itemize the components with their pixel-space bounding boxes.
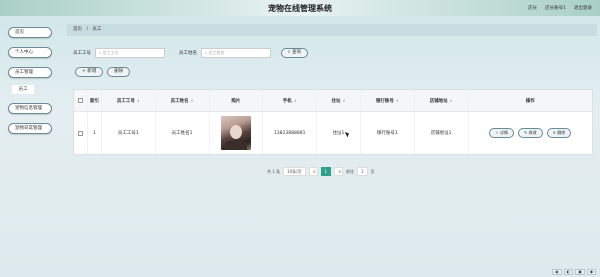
col-bank-card-label: 银行账号 bbox=[375, 98, 394, 104]
page-suffix: 页 bbox=[370, 168, 375, 174]
row-staff-name: 员工姓名1 bbox=[156, 112, 210, 154]
sort-icon: ⇕ bbox=[395, 98, 399, 103]
goto-page-input[interactable]: 1 bbox=[357, 167, 368, 176]
col-staff-name[interactable]: 员工姓名 ⇕ bbox=[156, 90, 210, 111]
page-size-select[interactable]: 10条/页 bbox=[283, 167, 306, 176]
detail-button[interactable]: ✧ 详情 bbox=[489, 128, 514, 138]
delete-button[interactable]: ✕ 删除 bbox=[546, 128, 572, 138]
row-operations: ✧ 详情 ✎ 修改 ✕ 删除 bbox=[469, 112, 593, 154]
sidebar-item-pet-info[interactable]: 宠物信息管理 bbox=[8, 103, 52, 114]
row-phone: 13823888881 bbox=[263, 112, 318, 154]
sort-icon: ⇕ bbox=[342, 98, 346, 103]
col-operations: 操作 bbox=[525, 98, 535, 104]
col-shop-address-label: 店铺地址 bbox=[429, 98, 448, 104]
col-shop-address[interactable]: 店铺地址 ⇕ bbox=[415, 90, 469, 111]
breadcrumb-current: 员工 bbox=[92, 27, 102, 32]
col-index: 索引 bbox=[88, 90, 102, 111]
sidebar-item-staff-management[interactable]: 员工管理 bbox=[8, 67, 52, 78]
table-header: 索引 员工工号 ⇕ 员工姓名 ⇕ 照片 手机 ⇕ 住址 ⇕ 银行账号 ⇕ 店铺地址 ⇕ 操作 bbox=[74, 90, 592, 112]
row-address: 住址1 bbox=[317, 112, 361, 154]
row-bank-card: 银行账号1 bbox=[361, 112, 415, 154]
sort-icon: ⇕ bbox=[136, 98, 140, 103]
sort-icon: ⇕ bbox=[449, 98, 453, 103]
search-bar: 员工工号 ⌕ 员工工号 员工姓名 ⌕ 员工姓名 ⌕ 查询 bbox=[73, 48, 308, 58]
table-body: 1 员工工号1 员工姓名1 13823888881 住址1 银行账号1 店铺地址… bbox=[74, 112, 592, 154]
sort-icon: ⇕ bbox=[293, 98, 297, 103]
action-buttons: + 新增 删除 bbox=[75, 67, 131, 77]
row-checkbox[interactable] bbox=[77, 130, 83, 136]
page-number-current[interactable]: 1 bbox=[320, 167, 332, 176]
staff-table: 索引 员工工号 ⇕ 员工姓名 ⇕ 照片 手机 ⇕ 住址 ⇕ 银行账号 ⇕ 店铺地址 ⇕ 操作… bbox=[73, 89, 593, 155]
sidebar-subitem-staff[interactable]: 员工 bbox=[12, 85, 34, 94]
query-button[interactable]: ⌕ 查询 bbox=[281, 48, 308, 58]
select-all-cell bbox=[74, 90, 88, 111]
staff-id-placeholder: 员工工号 bbox=[102, 50, 119, 55]
detail-label: 详情 bbox=[499, 130, 508, 135]
tray-icon-1[interactable]: ◉ bbox=[552, 269, 562, 275]
breadcrumb-home[interactable]: 首页 bbox=[73, 27, 82, 32]
batch-delete-button[interactable]: 删除 bbox=[107, 67, 131, 77]
col-address[interactable]: 住址 ⇕ bbox=[317, 90, 361, 111]
pager-total: 共 1 条 bbox=[267, 168, 281, 174]
staff-id-label: 员工工号 bbox=[73, 51, 91, 56]
col-address-label: 住址 bbox=[331, 98, 341, 104]
staff-name-label: 员工姓名 bbox=[179, 51, 197, 56]
top-header: 宠物在线管理系统 店长 店长账号1 退出登录 bbox=[0, 0, 600, 16]
row-index: 1 bbox=[88, 112, 102, 154]
sidebar-item-pet-daily[interactable]: 宠物日常管理 bbox=[8, 123, 52, 134]
staff-id-input[interactable]: ⌕ 员工工号 bbox=[95, 48, 165, 58]
col-photo: 照片 bbox=[210, 90, 264, 111]
sidebar-item-profile[interactable]: 个人中心 bbox=[8, 47, 52, 58]
row-photo-cell bbox=[210, 112, 264, 154]
tray-icon-4[interactable]: ◆ bbox=[586, 269, 596, 275]
table-row: 1 员工工号1 员工姓名1 13823888881 住址1 银行账号1 店铺地址… bbox=[74, 112, 592, 154]
add-button[interactable]: + 新增 bbox=[75, 67, 104, 77]
row-shop-address: 店铺地址1 bbox=[415, 112, 469, 154]
col-staff-id-label: 员工工号 bbox=[116, 98, 135, 104]
staff-name-input[interactable]: ⌕ 员工姓名 bbox=[201, 48, 271, 58]
main-content: 首页 / 员工 员工工号 ⌕ 员工工号 员工姓名 ⌕ 员工姓名 ⌕ 查询 + 新… bbox=[67, 16, 597, 277]
row-select-cell bbox=[74, 112, 88, 154]
query-label: 查询 bbox=[291, 50, 301, 55]
breadcrumb: 首页 / 员工 bbox=[67, 24, 597, 36]
logout-link[interactable]: 退出登录 bbox=[574, 5, 592, 11]
pagination: 共 1 条 10条/页 < 1 > 前往 1 页 bbox=[267, 167, 375, 176]
app-title: 宠物在线管理系统 bbox=[268, 3, 332, 13]
goto-label: 前往 bbox=[346, 168, 355, 174]
col-bank-card[interactable]: 银行账号 ⇕ bbox=[361, 90, 415, 111]
role-label: 店长 bbox=[528, 6, 538, 11]
delete-label: 删除 bbox=[557, 130, 566, 135]
sidebar: 首页 个人中心 员工管理 员工 宠物信息管理 宠物日常管理 bbox=[0, 16, 62, 277]
tray-icon-2[interactable]: ◐ bbox=[563, 269, 574, 275]
edit-label: 修改 bbox=[528, 130, 537, 135]
col-staff-id[interactable]: 员工工号 ⇕ bbox=[102, 90, 156, 111]
breadcrumb-separator: / bbox=[86, 27, 88, 32]
staff-name-placeholder: 员工姓名 bbox=[208, 50, 225, 55]
next-page-button[interactable]: > bbox=[334, 167, 344, 176]
staff-photo bbox=[220, 116, 251, 150]
system-tray: ◉ ◐ ▣ ◆ bbox=[552, 269, 596, 275]
prev-page-button[interactable]: < bbox=[308, 167, 318, 176]
tray-icon-3[interactable]: ▣ bbox=[575, 269, 585, 275]
col-staff-name-label: 员工姓名 bbox=[170, 98, 189, 104]
sort-icon: ⇕ bbox=[190, 98, 194, 103]
user-area: 店长 店长账号1 退出登录 bbox=[528, 5, 592, 11]
col-phone[interactable]: 手机 ⇕ bbox=[263, 90, 318, 111]
edit-button[interactable]: ✎ 修改 bbox=[517, 128, 543, 138]
sidebar-item-home[interactable]: 首页 bbox=[8, 27, 52, 38]
row-staff-id: 员工工号1 bbox=[102, 112, 156, 154]
select-all-checkbox[interactable] bbox=[77, 98, 83, 103]
col-phone-label: 手机 bbox=[282, 98, 292, 104]
account-label: 店长账号1 bbox=[545, 6, 566, 11]
